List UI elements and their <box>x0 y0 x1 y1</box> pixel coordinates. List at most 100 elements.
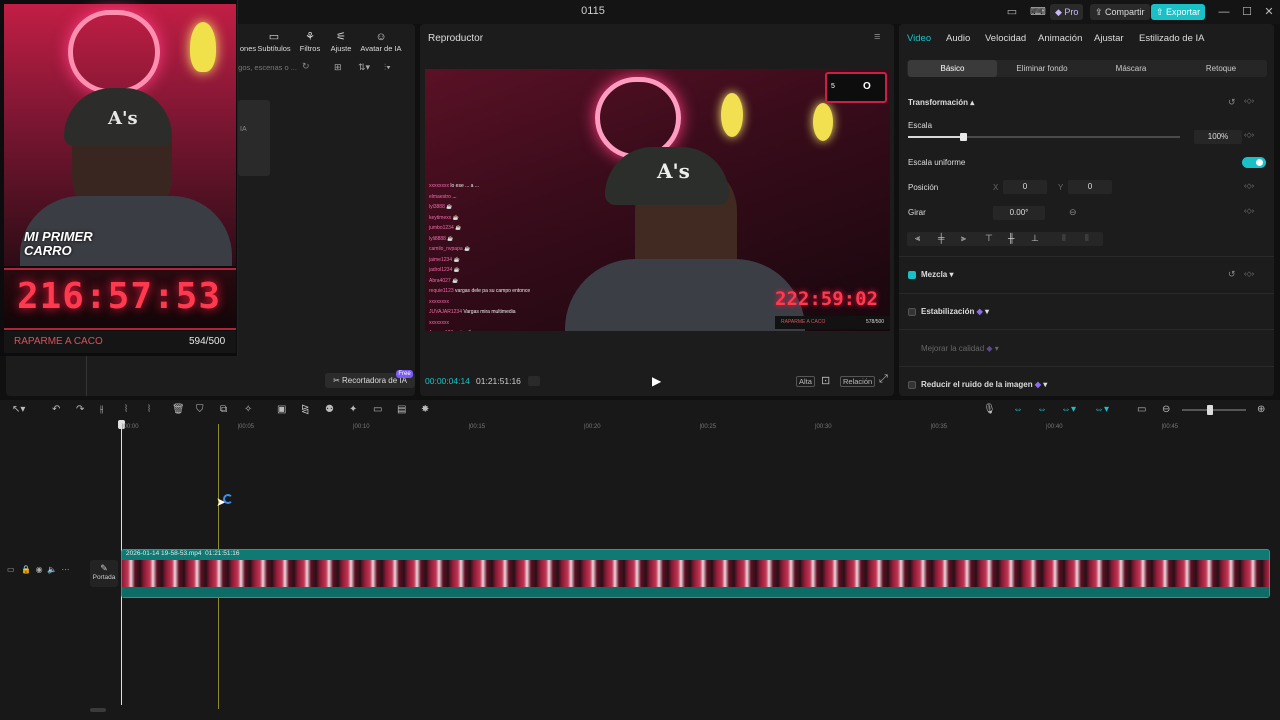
track-thumb-icon[interactable]: ▭ <box>7 565 15 574</box>
align-middle-icon[interactable]: ╫ <box>1008 233 1014 243</box>
blend-heading[interactable]: Mezcla ▾ <box>921 270 953 279</box>
magnet-icon[interactable]: ⇔ <box>1037 404 1047 415</box>
rotate-input[interactable]: 0.00° <box>993 206 1045 220</box>
split-right-icon[interactable]: ⦚ <box>148 404 150 415</box>
crop-icon[interactable]: ⧉ <box>220 404 227 415</box>
layout-icon[interactable]: ▭ <box>1005 5 1019 19</box>
subtab-remove-bg[interactable]: Eliminar fondo <box>1000 60 1084 77</box>
speaker-icon[interactable]: 🔈 <box>47 565 57 574</box>
scale-input[interactable]: 100% <box>1194 130 1242 144</box>
keyframe-icon[interactable]: ‹◇› <box>1244 270 1254 278</box>
neon-banana <box>721 93 743 137</box>
tab-fit[interactable]: Ajustar <box>1094 33 1124 44</box>
caption-toggle-icon[interactable]: ▭ <box>1137 404 1146 415</box>
share-button[interactable]: ⇪ Compartir <box>1090 4 1150 20</box>
undo-icon[interactable]: ↶ <box>52 404 60 415</box>
chat-user: requie1123 <box>429 288 456 294</box>
rotate-dial-icon[interactable]: ⊖ <box>1069 207 1077 218</box>
quality-button[interactable]: Alta <box>796 376 815 387</box>
sort-icon[interactable]: ⇅▾ <box>358 62 370 73</box>
grid-view-icon[interactable]: ⊞ <box>334 62 342 73</box>
denoise-checkbox[interactable] <box>908 381 916 389</box>
denoise-heading[interactable]: Reducir el ruido de la imagen ◆ ▾ <box>921 380 1047 389</box>
menu-icon[interactable]: ≡ <box>874 31 880 43</box>
distribute-v-icon[interactable]: ⫴ <box>1085 233 1089 244</box>
properties-panel: Video Audio Velocidad Animación Ajustar … <box>899 24 1274 396</box>
zoom-in-icon[interactable]: ⊕ <box>1257 404 1265 415</box>
align-top-icon[interactable]: ⊤ <box>985 233 993 244</box>
ratio-button[interactable]: Relación <box>840 376 876 387</box>
marker-icon[interactable] <box>528 376 540 386</box>
select-tool-icon[interactable]: ↖▾ <box>12 404 25 415</box>
mirror-icon[interactable]: ⧎ <box>301 404 309 415</box>
reset-icon[interactable]: ↺ <box>1228 269 1236 280</box>
tab-ai-avatar[interactable]: ☺ Avatar de IA <box>356 30 406 53</box>
scale-slider-handle[interactable] <box>960 133 967 141</box>
subtab-mask[interactable]: Máscara <box>1089 60 1173 77</box>
shortcut-icon[interactable]: ⌨ <box>1030 5 1046 19</box>
ai-magic-icon[interactable]: ✧ <box>244 404 252 415</box>
position-x-value: 0 <box>1022 182 1028 191</box>
eye-icon[interactable]: ◉ <box>36 565 43 574</box>
tab-audio[interactable]: Audio <box>946 33 970 44</box>
align-bottom-icon[interactable]: ⊥ <box>1031 233 1039 244</box>
pro-button[interactable]: ◆ Pro <box>1050 4 1084 20</box>
zoom-out-icon[interactable]: ⊖ <box>1162 404 1170 415</box>
person-icon[interactable]: ⚉ <box>325 404 334 415</box>
export-button[interactable]: ⇧ Exportar <box>1151 4 1206 20</box>
caption-icon[interactable]: ▭ <box>373 404 382 415</box>
more-icon[interactable]: ⋯ <box>62 565 70 574</box>
distribute-h-icon[interactable]: ⫴ <box>1062 233 1066 244</box>
align-left-icon[interactable]: ⫷ <box>915 233 920 244</box>
tab-animation[interactable]: Animación <box>1038 33 1082 44</box>
zoom-slider-handle[interactable] <box>1207 405 1213 415</box>
preview-axis-icon[interactable]: ⇔▾ <box>1094 404 1109 415</box>
filter-icon[interactable]: ⫶▾ <box>384 62 391 73</box>
streamer-body <box>565 259 805 331</box>
position-y-input[interactable]: 0 <box>1068 180 1112 194</box>
reset-icon[interactable]: ↺ <box>1228 97 1236 108</box>
tab-video[interactable]: Video <box>907 33 931 44</box>
keyframe-icon[interactable]: ‹◇› <box>1244 131 1254 139</box>
microphone-icon[interactable]: 🎙 <box>983 404 996 415</box>
fullscreen-icon[interactable]: ⤢ <box>879 373 888 386</box>
freeze-icon[interactable]: ▣ <box>277 404 286 415</box>
subtab-retouch[interactable]: Retoque <box>1179 60 1263 77</box>
blend-checkbox[interactable] <box>908 271 916 279</box>
fit-icon[interactable]: ⊡ <box>821 374 830 387</box>
cap-logo: A's <box>108 108 138 129</box>
refresh-icon[interactable]: ↻ <box>302 61 310 72</box>
keyframe-icon[interactable]: ‹◇› <box>1244 182 1254 190</box>
split-left-icon[interactable]: ⦚ <box>125 404 127 415</box>
maximize-icon[interactable]: ☐ <box>1240 5 1254 19</box>
cover-button[interactable]: ✎ Portada <box>90 560 118 587</box>
magic-wand-icon[interactable]: ✦ <box>349 404 357 415</box>
redo-icon[interactable]: ↷ <box>76 404 84 415</box>
snap-icon[interactable]: ⇔▾ <box>1061 404 1076 415</box>
shield-icon[interactable]: ⛉ <box>196 404 204 415</box>
media-icon[interactable]: ▤ <box>397 404 406 415</box>
split-icon[interactable]: ⫲ <box>100 404 103 415</box>
media-card[interactable] <box>238 100 270 176</box>
stabilize-heading[interactable]: Estabilización ◆ ▾ <box>921 307 989 316</box>
timeline-scrollbar[interactable] <box>90 708 106 712</box>
play-icon[interactable]: ▶ <box>652 374 661 388</box>
delete-icon[interactable]: 🗑 <box>172 404 185 415</box>
tab-speed[interactable]: Velocidad <box>985 33 1026 44</box>
close-icon[interactable]: ✕ <box>1262 5 1276 19</box>
subtab-basic[interactable]: Básico <box>908 60 997 77</box>
sparkle-icon[interactable]: ✸ <box>421 404 429 415</box>
transform-heading[interactable]: Transformación ▴ <box>908 98 974 107</box>
zoom-slider-track[interactable] <box>1182 409 1246 411</box>
align-center-icon[interactable]: ╪ <box>938 233 944 243</box>
lock-icon[interactable]: 🔒 <box>21 565 31 574</box>
link-icon[interactable]: ⇔ <box>1013 404 1023 415</box>
stabilize-checkbox[interactable] <box>908 308 916 316</box>
video-preview[interactable]: A's xxxxxxxx lo ese ... a ... elmaestro .… <box>425 69 890 331</box>
align-right-icon[interactable]: ⫸ <box>961 233 966 244</box>
keyframe-icon[interactable]: ‹◇› <box>1244 207 1254 215</box>
tab-ai-style[interactable]: Estilizado de IA <box>1139 33 1204 44</box>
position-x-input[interactable]: 0 <box>1003 180 1047 194</box>
minimize-icon[interactable]: — <box>1217 5 1231 19</box>
keyframe-icon[interactable]: ‹◇› <box>1244 97 1254 105</box>
